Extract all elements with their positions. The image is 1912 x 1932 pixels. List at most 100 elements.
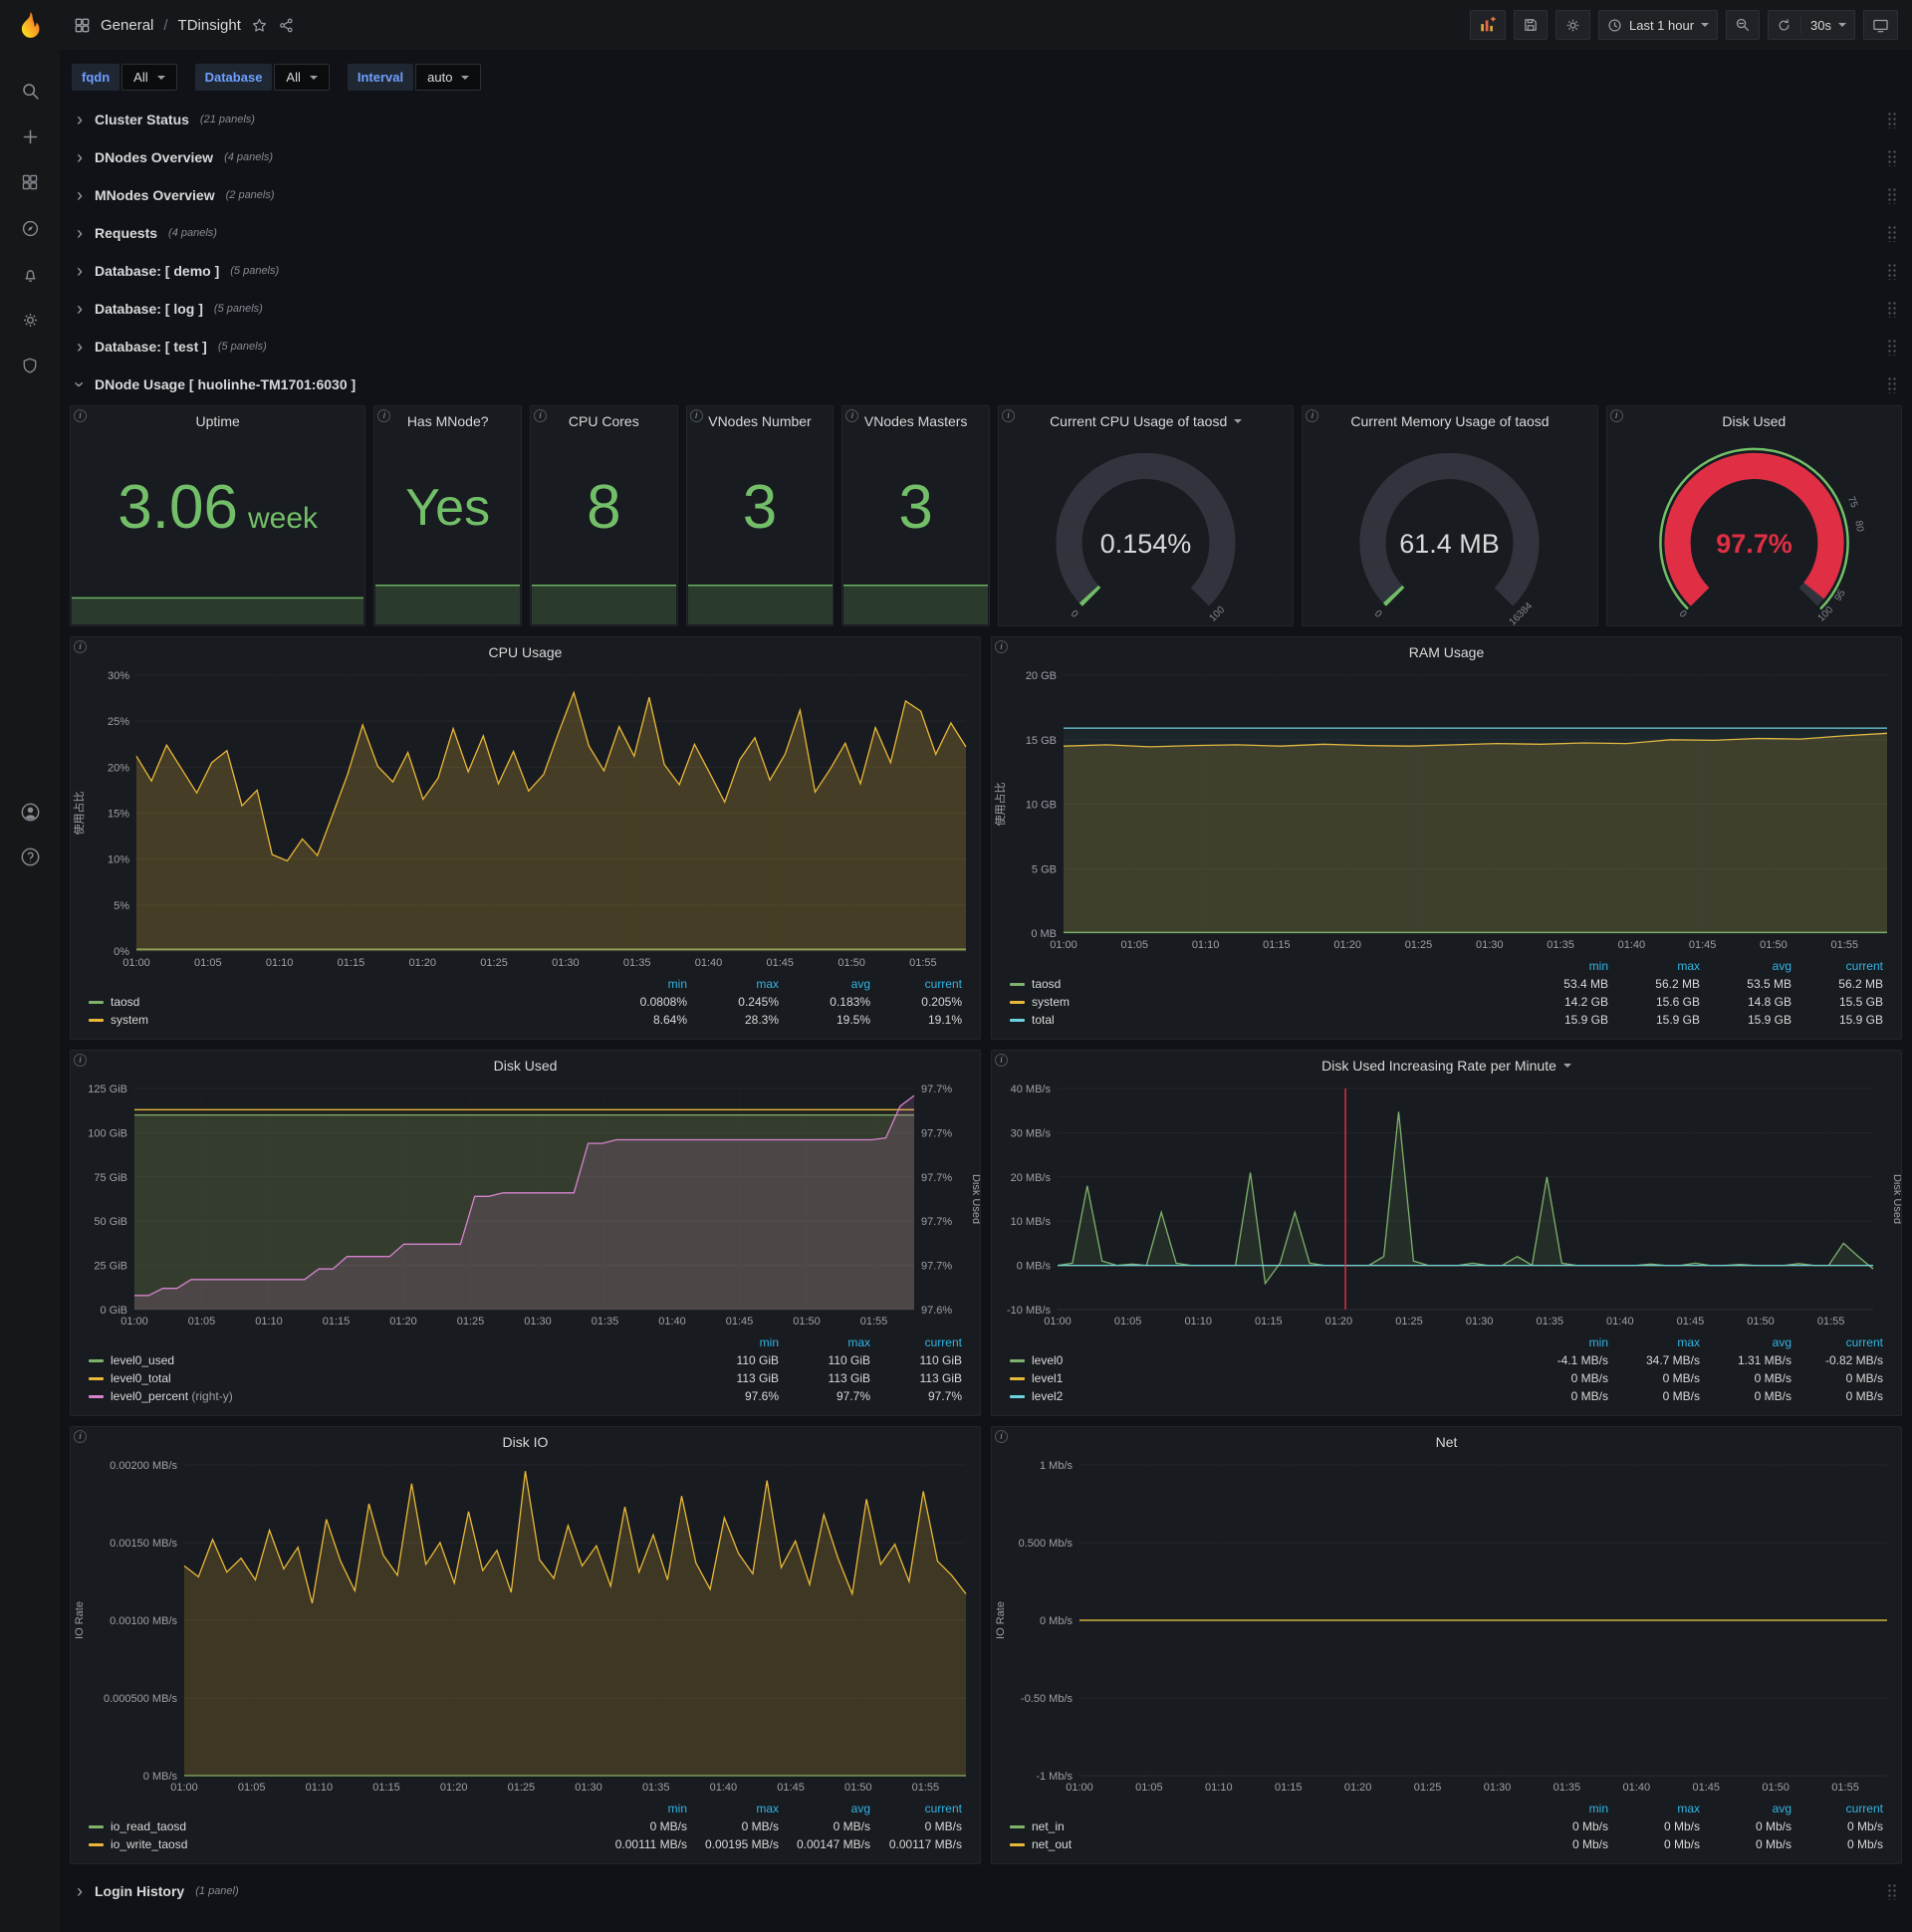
panel-title[interactable]: Current CPU Usage of taosd (999, 406, 1293, 436)
row-requests[interactable]: › Requests (4 panels) (70, 216, 1902, 250)
panel-title[interactable]: VNodes Number (687, 406, 834, 436)
panel-title[interactable]: Disk Used (71, 1051, 980, 1081)
legend-series-label[interactable]: io_read_taosd (85, 1817, 599, 1835)
legend-column-header[interactable]: min (599, 975, 691, 993)
info-icon[interactable]: i (1002, 409, 1015, 422)
legend-column-header[interactable]: avg (1704, 1800, 1795, 1817)
dashboards-icon[interactable] (15, 167, 45, 197)
apps-grid-icon[interactable] (74, 17, 91, 34)
legend-series-label[interactable]: level0_total (85, 1369, 691, 1387)
legend-column-header[interactable]: avg (783, 1800, 874, 1817)
legend-column-header[interactable]: avg (1704, 1333, 1795, 1351)
legend-column-header[interactable]: max (1612, 1800, 1704, 1817)
drag-handle-icon[interactable] (1887, 300, 1898, 318)
panel-title[interactable]: Current Memory Usage of taosd (1303, 406, 1596, 436)
legend-series-label[interactable]: system (85, 1011, 599, 1029)
share-icon[interactable] (278, 17, 295, 34)
variable-database-dropdown[interactable]: All (274, 64, 330, 91)
breadcrumb-page[interactable]: TDinsight (178, 17, 241, 34)
legend-series-label[interactable]: net_in (1006, 1817, 1521, 1835)
ram-usage-chart[interactable]: 0 MB 5 GB 10 GB 15 GB 20 GB 01:00 01:05 01:10 01… (992, 667, 1901, 955)
panel-title[interactable]: Disk Used (1607, 406, 1901, 436)
drag-handle-icon[interactable] (1887, 186, 1898, 204)
legend-series-label[interactable]: system (1006, 993, 1521, 1011)
kiosk-tv-button[interactable] (1863, 10, 1898, 40)
favorite-star-icon[interactable] (251, 17, 268, 34)
panel-title[interactable]: VNodes Masters (842, 406, 989, 436)
legend-column-header[interactable]: avg (783, 975, 874, 993)
row-database-log[interactable]: › Database: [ log ] (5 panels) (70, 292, 1902, 326)
drag-handle-icon[interactable] (1887, 111, 1898, 128)
legend-series-label[interactable]: level1 (1006, 1369, 1521, 1387)
legend-column-header[interactable]: current (1795, 957, 1887, 975)
legend-series-label[interactable]: net_out (1006, 1835, 1521, 1853)
disk-io-chart[interactable]: 0 MB/s 0.000500 MB/s 0.00100 MB/s 0.00150 M… (71, 1457, 980, 1798)
panel-title[interactable]: RAM Usage (992, 637, 1901, 667)
panel-title[interactable]: Disk IO (71, 1427, 980, 1457)
server-admin-shield-icon[interactable] (15, 351, 45, 380)
legend-column-header[interactable]: max (1612, 1333, 1704, 1351)
info-icon[interactable]: i (689, 409, 703, 422)
breadcrumb-section[interactable]: General (101, 17, 153, 34)
panel-title[interactable]: Uptime (71, 406, 364, 436)
legend-column-header[interactable]: min (691, 1333, 783, 1351)
info-icon[interactable]: i (995, 1054, 1008, 1067)
info-icon[interactable]: i (995, 640, 1008, 653)
drag-handle-icon[interactable] (1887, 148, 1898, 166)
legend-column-header[interactable]: max (691, 975, 783, 993)
help-icon[interactable] (15, 842, 45, 871)
disk-used-chart[interactable]: 0 GiB 25 GiB 50 GiB 75 GiB 100 GiB 125 GiB 97.… (71, 1081, 980, 1331)
legend-column-header[interactable]: current (1795, 1333, 1887, 1351)
row-dnodes-overview[interactable]: › DNodes Overview (4 panels) (70, 140, 1902, 174)
legend-column-header[interactable]: current (874, 975, 966, 993)
info-icon[interactable]: i (74, 409, 87, 422)
info-icon[interactable]: i (74, 1430, 87, 1443)
add-panel-button[interactable] (1469, 10, 1506, 40)
row-dnode-usage[interactable]: › DNode Usage [ huolinhe-TM1701:6030 ] (70, 367, 1902, 401)
drag-handle-icon[interactable] (1887, 1882, 1898, 1900)
legend-column-header[interactable]: current (1795, 1800, 1887, 1817)
disk-rate-chart[interactable]: -10 MB/s 0 MB/s 10 MB/s 20 MB/s 30 MB/s 40 MB… (992, 1081, 1901, 1331)
user-avatar-icon[interactable] (15, 797, 45, 827)
legend-series-label[interactable]: io_write_taosd (85, 1835, 599, 1853)
explore-compass-icon[interactable] (15, 213, 45, 243)
row-cluster-status[interactable]: › Cluster Status (21 panels) (70, 103, 1902, 136)
panel-title[interactable]: Has MNode? (374, 406, 521, 436)
legend-column-header[interactable]: avg (1704, 957, 1795, 975)
legend-column-header[interactable]: min (1521, 957, 1612, 975)
panel-title[interactable]: Disk Used Increasing Rate per Minute (992, 1051, 1901, 1081)
row-database-demo[interactable]: › Database: [ demo ] (5 panels) (70, 254, 1902, 288)
panel-title[interactable]: Net (992, 1427, 1901, 1457)
info-icon[interactable]: i (1609, 409, 1623, 422)
legend-series-label[interactable]: level0_used (85, 1351, 691, 1369)
drag-handle-icon[interactable] (1887, 262, 1898, 280)
info-icon[interactable]: i (74, 1054, 87, 1067)
cpu-usage-chart[interactable]: 0% 5% 10% 15% 20% 25% 30% 01:00 01:05 01:10 01:15 0… (71, 667, 980, 973)
panel-title[interactable]: CPU Usage (71, 637, 980, 667)
legend-column-header[interactable]: current (874, 1800, 966, 1817)
info-icon[interactable]: i (74, 640, 87, 653)
info-icon[interactable]: i (534, 409, 547, 422)
configuration-gear-icon[interactable] (15, 305, 45, 335)
legend-column-header[interactable]: max (783, 1333, 874, 1351)
legend-column-header[interactable]: current (874, 1333, 966, 1351)
zoom-out-button[interactable] (1726, 10, 1761, 40)
legend-column-header[interactable]: max (1612, 957, 1704, 975)
drag-handle-icon[interactable] (1887, 375, 1898, 393)
create-plus-icon[interactable] (15, 121, 45, 151)
legend-series-label[interactable]: level0 (1006, 1351, 1521, 1369)
variable-fqdn-dropdown[interactable]: All (121, 64, 177, 91)
search-icon[interactable] (15, 76, 45, 106)
alerting-bell-icon[interactable] (15, 259, 45, 289)
row-login-history[interactable]: › Login History (1 panel) (70, 1874, 1902, 1908)
legend-column-header[interactable]: min (1521, 1800, 1612, 1817)
save-dashboard-button[interactable] (1513, 10, 1548, 40)
dashboard-settings-button[interactable] (1554, 10, 1590, 40)
legend-series-label[interactable]: level0_percent (right-y) (85, 1387, 691, 1405)
row-mnodes-overview[interactable]: › MNodes Overview (2 panels) (70, 178, 1902, 212)
variable-interval-dropdown[interactable]: auto (415, 64, 482, 91)
legend-series-label[interactable]: total (1006, 1011, 1521, 1029)
time-range-picker[interactable]: Last 1 hour (1597, 10, 1719, 40)
info-icon[interactable]: i (995, 1430, 1008, 1443)
legend-series-label[interactable]: taosd (1006, 975, 1521, 993)
